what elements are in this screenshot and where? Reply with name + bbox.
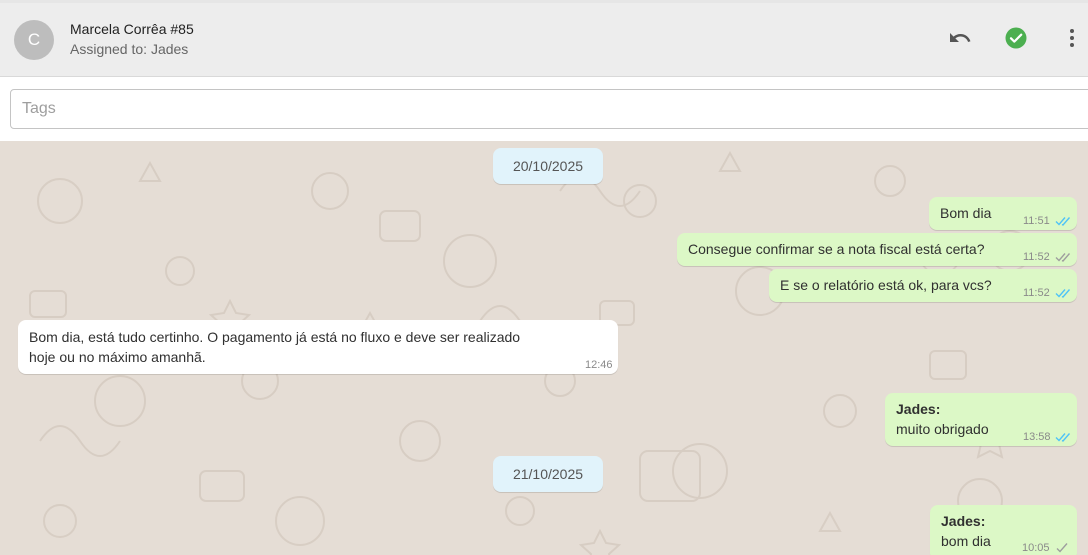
date-separator: 20/10/2025: [493, 148, 603, 184]
tags-bar: [0, 77, 1088, 141]
message-sender: Jades:: [941, 513, 986, 529]
double-check-icon: [1055, 253, 1071, 262]
message-time: 13:58: [1023, 431, 1051, 443]
undo-icon[interactable]: [948, 26, 972, 50]
chat-area[interactable]: 20/10/2025 Bom dia 11:51 Consegue confir…: [0, 141, 1088, 555]
message-text: Consegue confirmar se a nota fiscal está…: [688, 241, 985, 257]
check-icon: [1056, 543, 1068, 553]
message-time: 11:52: [1023, 287, 1050, 299]
message-time: 10:05: [1022, 542, 1050, 554]
outgoing-message[interactable]: E se o relatório está ok, para vcs? 11:5…: [769, 269, 1077, 302]
avatar[interactable]: C: [14, 20, 54, 60]
assigned-to-label: Assigned to: Jades: [70, 41, 189, 57]
message-text-line: Bom dia, está tudo certinho. O pagamento…: [29, 329, 521, 345]
outgoing-message[interactable]: Jades: bom dia 10:05: [930, 505, 1077, 555]
double-check-icon: [1055, 217, 1071, 226]
message-sender: Jades:: [896, 401, 941, 417]
outgoing-message[interactable]: Jades: muito obrigado 13:58: [885, 393, 1077, 446]
date-separator: 21/10/2025: [493, 456, 603, 492]
message-time: 12:46: [585, 359, 613, 371]
outgoing-message[interactable]: Consegue confirmar se a nota fiscal está…: [677, 233, 1077, 266]
tags-input[interactable]: [10, 89, 1088, 129]
more-vert-icon[interactable]: [1060, 26, 1084, 50]
message-text: E se o relatório está ok, para vcs?: [780, 277, 992, 293]
message-text: Bom dia: [940, 205, 992, 221]
message-text: muito obrigado: [896, 421, 989, 437]
conversation-header: C Marcela Corrêa #85 Assigned to: Jades: [0, 3, 1088, 77]
resolve-check-icon[interactable]: [1004, 26, 1028, 50]
message-time: 11:51: [1023, 215, 1050, 227]
message-text-line: hoje ou no máximo amanhã.: [29, 349, 206, 365]
double-check-icon: [1055, 289, 1071, 298]
incoming-message[interactable]: Bom dia, está tudo certinho. O pagamento…: [18, 320, 618, 374]
double-check-icon: [1055, 433, 1071, 442]
outgoing-message[interactable]: Bom dia 11:51: [929, 197, 1077, 230]
message-text: bom dia: [941, 533, 991, 549]
message-time: 11:52: [1023, 251, 1050, 263]
contact-name: Marcela Corrêa #85: [70, 21, 194, 37]
